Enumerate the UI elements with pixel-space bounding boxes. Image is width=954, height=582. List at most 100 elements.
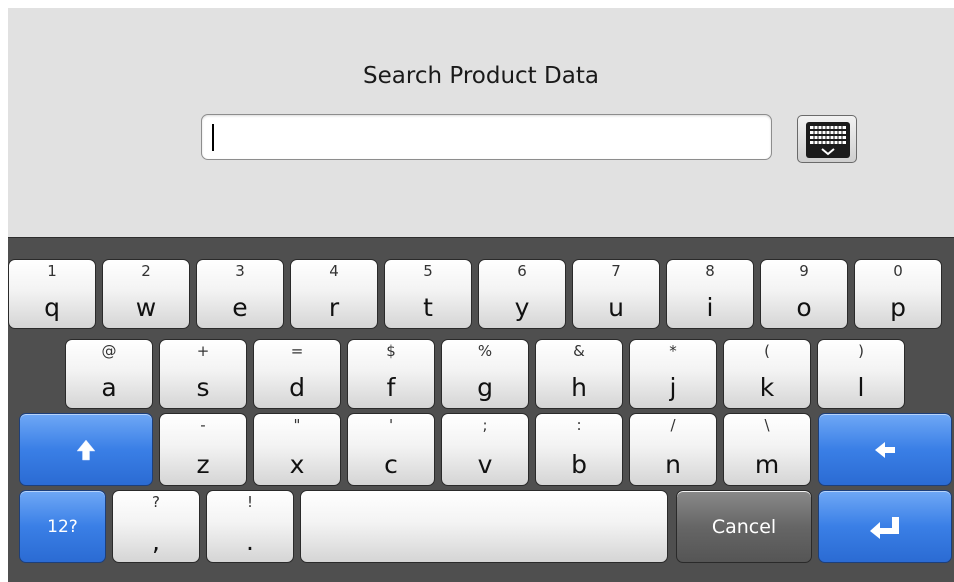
key-primary-label: e bbox=[232, 293, 248, 322]
key-primary-label: o bbox=[796, 293, 812, 322]
key-h[interactable]: & h bbox=[535, 339, 623, 409]
key-primary-label: k bbox=[759, 373, 775, 402]
key-primary-label: a bbox=[101, 373, 117, 402]
key-primary-label: d bbox=[289, 373, 305, 402]
key-period[interactable]: !. bbox=[206, 490, 294, 563]
key-primary-label: j bbox=[669, 373, 677, 402]
key-secondary-label: & bbox=[573, 342, 585, 360]
key-primary-label: u bbox=[608, 293, 624, 322]
key-secondary-label: 0 bbox=[893, 262, 903, 280]
key-y[interactable]: 6y bbox=[478, 259, 566, 329]
key-l[interactable]: ) l bbox=[817, 339, 905, 409]
key-w[interactable]: 2w bbox=[102, 259, 190, 329]
key-primary-label: q bbox=[44, 293, 60, 322]
key-f[interactable]: $ f bbox=[347, 339, 435, 409]
key-primary-label: n bbox=[665, 450, 681, 479]
on-screen-keyboard: 1q2w3e4r5t6y7u8i9o0p @ a + s = d $ f% g & h * j(k) l … bbox=[8, 237, 954, 582]
backspace-arrow-icon bbox=[875, 441, 895, 458]
key-primary-label: s bbox=[196, 373, 210, 402]
key-secondary-label: ; bbox=[482, 416, 488, 434]
key-primary-label: g bbox=[477, 373, 493, 402]
key-r[interactable]: 4r bbox=[290, 259, 378, 329]
key-secondary-label: 4 bbox=[329, 262, 339, 280]
key-secondary-label: $ bbox=[386, 342, 396, 360]
key-comma[interactable]: ?, bbox=[112, 490, 200, 563]
keyboard-toggle-button[interactable] bbox=[797, 115, 857, 163]
key-a[interactable]: @ a bbox=[65, 339, 153, 409]
key-c[interactable]: ' c bbox=[347, 413, 435, 486]
key-e[interactable]: 3e bbox=[196, 259, 284, 329]
key-o[interactable]: 9o bbox=[760, 259, 848, 329]
key-m[interactable]: \ m bbox=[723, 413, 811, 486]
key-z[interactable]: -z bbox=[159, 413, 247, 486]
key-secondary-label: ) bbox=[858, 342, 864, 360]
key-secondary-label: ? bbox=[152, 493, 160, 511]
key-n[interactable]: / n bbox=[629, 413, 717, 486]
key-secondary-label: 3 bbox=[235, 262, 245, 280]
key-secondary-label: * bbox=[669, 342, 677, 360]
key-secondary-label: : bbox=[576, 416, 582, 434]
keyboard-hide-icon bbox=[806, 122, 850, 158]
key-p[interactable]: 0p bbox=[854, 259, 942, 329]
key-q[interactable]: 1q bbox=[8, 259, 96, 329]
key-secondary-label: @ bbox=[101, 342, 117, 360]
shift-key[interactable] bbox=[19, 413, 153, 486]
key-primary-label: x bbox=[289, 450, 305, 479]
key-secondary-label: ( bbox=[764, 342, 770, 360]
key-secondary-label: 1 bbox=[47, 262, 57, 280]
key-primary-label: . bbox=[246, 527, 254, 556]
key-t[interactable]: 5t bbox=[384, 259, 472, 329]
enter-key[interactable] bbox=[818, 490, 952, 563]
key-primary-label: w bbox=[135, 293, 157, 322]
key-secondary-label: % bbox=[477, 342, 493, 360]
backspace-key[interactable] bbox=[818, 413, 952, 486]
screen: Search Product Data 1 q 2 w 3 e 4 r 5 t … bbox=[8, 8, 954, 582]
page-title: Search Product Data bbox=[363, 63, 599, 89]
enter-return-icon bbox=[870, 516, 899, 539]
key-primary-label: i bbox=[706, 293, 714, 322]
shift-up-arrow-icon bbox=[76, 439, 96, 460]
numbers-key-label: 12? bbox=[47, 516, 78, 537]
key-u[interactable]: 7u bbox=[572, 259, 660, 329]
key-primary-label: t bbox=[423, 293, 433, 322]
search-header: Search Product Data bbox=[8, 8, 954, 237]
key-primary-label: p bbox=[890, 293, 906, 322]
key-secondary-label: ! bbox=[246, 493, 253, 511]
key-secondary-label: 7 bbox=[611, 262, 621, 280]
key-v[interactable]: ; v bbox=[441, 413, 529, 486]
key-secondary-label: 2 bbox=[141, 262, 151, 280]
key-primary-label: m bbox=[754, 450, 780, 479]
key-primary-label: l bbox=[857, 373, 865, 402]
cancel-button[interactable]: Cancel bbox=[676, 490, 812, 563]
text-caret bbox=[212, 124, 214, 151]
key-secondary-label: 5 bbox=[423, 262, 433, 280]
key-primary-label: h bbox=[571, 373, 587, 402]
key-secondary-label: 6 bbox=[517, 262, 527, 280]
key-b[interactable]: :b bbox=[535, 413, 623, 486]
key-secondary-label: = bbox=[290, 342, 304, 360]
space-key[interactable] bbox=[300, 490, 668, 563]
key-primary-label: b bbox=[571, 450, 587, 479]
key-s[interactable]: + s bbox=[159, 339, 247, 409]
key-primary-label: z bbox=[196, 450, 210, 479]
key-secondary-label: 9 bbox=[799, 262, 809, 280]
key-primary-label: c bbox=[384, 450, 398, 479]
key-primary-label: , bbox=[152, 527, 160, 556]
key-x[interactable]: " x bbox=[253, 413, 341, 486]
key-secondary-label: + bbox=[196, 342, 210, 360]
key-secondary-label: - bbox=[200, 416, 206, 434]
key-j[interactable]: * j bbox=[629, 339, 717, 409]
key-secondary-label: 8 bbox=[705, 262, 715, 280]
key-primary-label: f bbox=[386, 373, 396, 402]
key-k[interactable]: (k bbox=[723, 339, 811, 409]
key-g[interactable]: % g bbox=[441, 339, 529, 409]
key-secondary-label: " bbox=[293, 416, 301, 434]
key-primary-label: v bbox=[477, 450, 493, 479]
search-input[interactable] bbox=[201, 114, 772, 160]
key-d[interactable]: = d bbox=[253, 339, 341, 409]
key-i[interactable]: 8i bbox=[666, 259, 754, 329]
key-secondary-label: / bbox=[670, 416, 676, 434]
key-secondary-label: \ bbox=[764, 416, 770, 434]
key-primary-label: r bbox=[328, 293, 340, 322]
numbers-symbols-key[interactable]: 12? bbox=[19, 490, 106, 563]
